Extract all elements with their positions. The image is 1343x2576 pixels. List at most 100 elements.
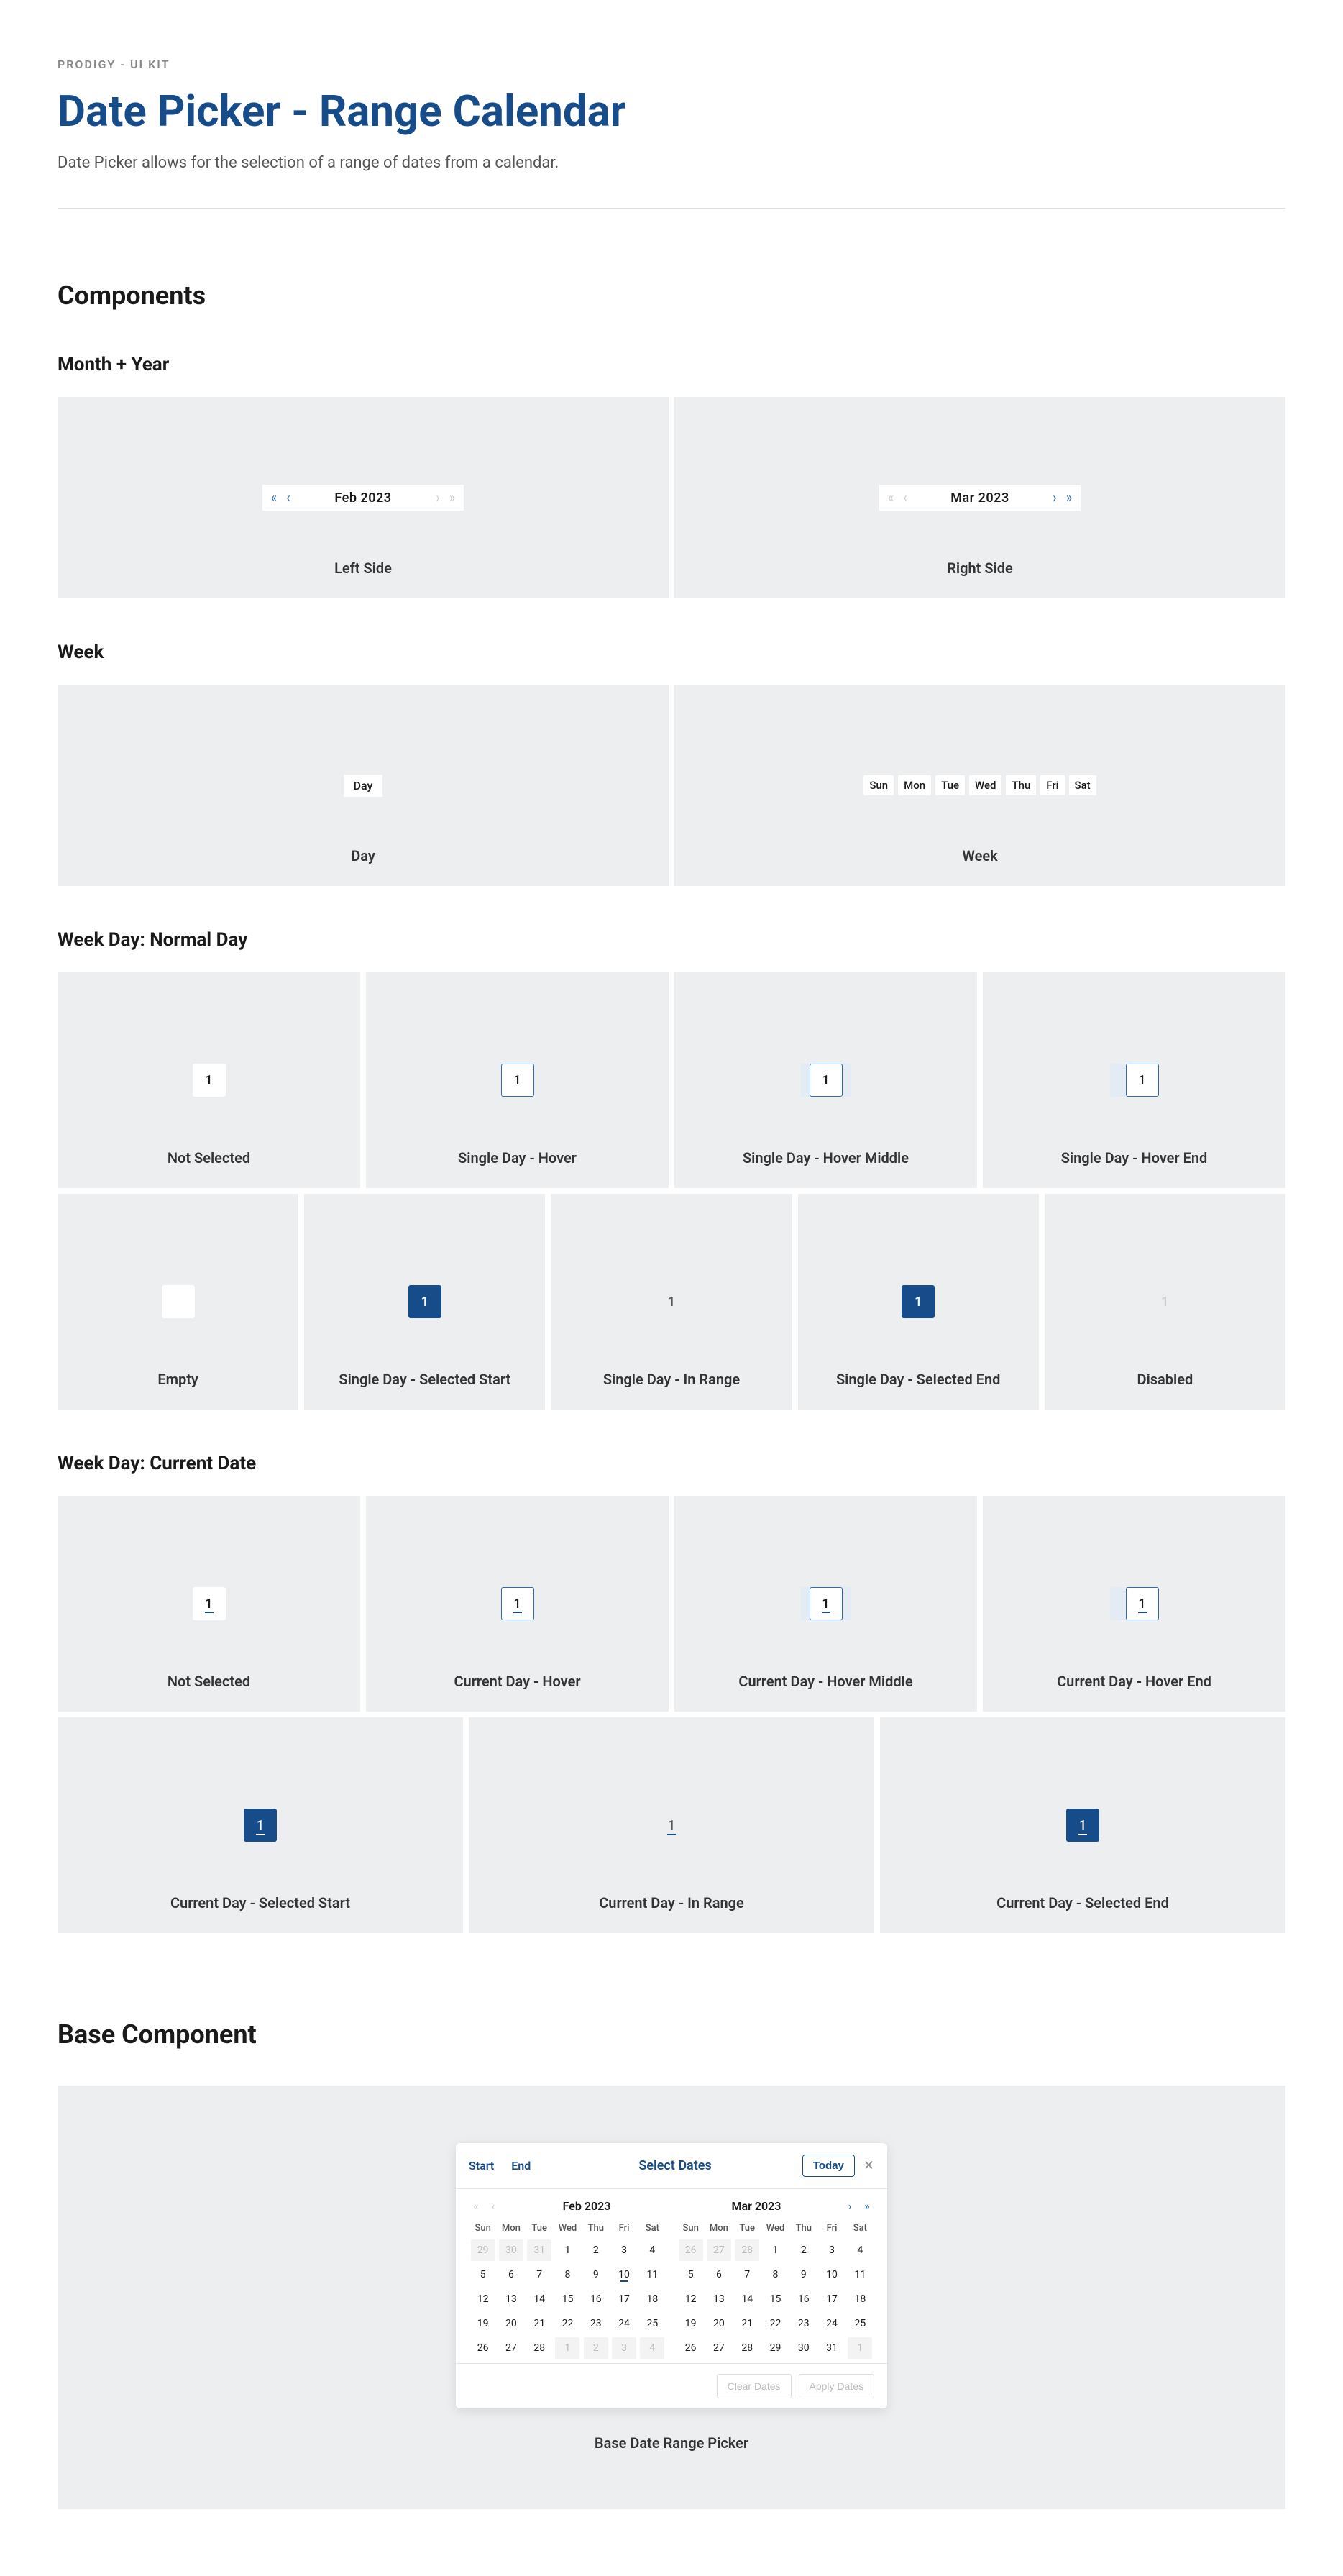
calendar-day[interactable]: 27 — [499, 2337, 523, 2359]
calendar-day[interactable]: 5 — [471, 2264, 495, 2285]
calendar-day[interactable]: 25 — [640, 2313, 664, 2334]
calendar-day[interactable]: 1 — [763, 2239, 787, 2261]
calendar-day[interactable]: 24 — [612, 2313, 636, 2334]
calendar-day[interactable]: 2 — [584, 2239, 608, 2261]
prev-year-icon[interactable]: « — [267, 490, 281, 506]
weekday-label: Thu — [1006, 775, 1036, 795]
calendar-day[interactable]: 15 — [555, 2288, 579, 2310]
current-day-in-range[interactable]: 1 — [655, 1809, 688, 1842]
current-day-not-selected[interactable]: 1 — [193, 1587, 226, 1620]
close-icon[interactable]: ✕ — [863, 2158, 874, 2173]
calendar-day[interactable]: 4 — [640, 2239, 664, 2261]
prev-month-icon[interactable]: ‹ — [486, 2199, 500, 2213]
calendar-day[interactable]: 27 — [707, 2337, 731, 2359]
calendar-day[interactable]: 12 — [679, 2288, 703, 2310]
calendar-day[interactable]: 30 — [792, 2337, 816, 2359]
next-year-icon[interactable]: » — [860, 2199, 874, 2213]
calendar-day[interactable]: 10 — [820, 2264, 844, 2285]
calendar-day[interactable]: 14 — [527, 2288, 551, 2310]
calendar-day[interactable]: 10 — [612, 2264, 636, 2285]
calendar-day[interactable]: 3 — [820, 2239, 844, 2261]
calendar-day[interactable]: 24 — [820, 2313, 844, 2334]
calendar-day[interactable]: 12 — [471, 2288, 495, 2310]
next-month-icon[interactable]: › — [843, 2199, 857, 2213]
calendar-day[interactable]: 14 — [735, 2288, 759, 2310]
day-cell-hover-end[interactable]: 1 — [1126, 1064, 1159, 1097]
current-day-selected-end[interactable]: 1 — [1066, 1809, 1099, 1842]
panel-day: Empty — [58, 1194, 298, 1410]
calendar-day[interactable]: 4 — [848, 2239, 872, 2261]
weekday-header: Thu — [582, 2219, 610, 2238]
calendar-day[interactable]: 25 — [848, 2313, 872, 2334]
calendar-grids: SunMonTueWedThuFriSat2930311234567891011… — [469, 2219, 874, 2360]
calendar-day[interactable]: 7 — [735, 2264, 759, 2285]
day-cell-in-range[interactable]: 1 — [655, 1285, 688, 1318]
calendar-day[interactable]: 26 — [679, 2337, 703, 2359]
months-navigation: « ‹ Feb 2023 Mar 2023 › » — [469, 2199, 874, 2213]
calendar-grid-left: SunMonTueWedThuFriSat2930311234567891011… — [469, 2219, 666, 2360]
calendar-day[interactable]: 17 — [612, 2288, 636, 2310]
calendar-day[interactable]: 31 — [820, 2337, 844, 2359]
tab-start[interactable]: Start — [469, 2159, 494, 2173]
day-cell-selected-end[interactable]: 1 — [902, 1285, 935, 1318]
calendar-day[interactable]: 5 — [679, 2264, 703, 2285]
day-cell-disabled: 1 — [1148, 1285, 1181, 1318]
calendar-day[interactable]: 18 — [640, 2288, 664, 2310]
calendar-day[interactable]: 7 — [527, 2264, 551, 2285]
calendar-day[interactable]: 26 — [471, 2337, 495, 2359]
weekday-header: Wed — [761, 2219, 789, 2238]
calendar-day[interactable]: 23 — [584, 2313, 608, 2334]
apply-dates-button[interactable]: Apply Dates — [799, 2374, 874, 2398]
calendar-day[interactable]: 2 — [792, 2239, 816, 2261]
clear-dates-button[interactable]: Clear Dates — [717, 2374, 792, 2398]
calendar-day[interactable]: 13 — [499, 2288, 523, 2310]
calendar-day[interactable]: 20 — [499, 2313, 523, 2334]
day-cell-not-selected[interactable]: 1 — [193, 1064, 226, 1097]
day-cell-hover[interactable]: 1 — [501, 1064, 534, 1097]
calendar-day[interactable]: 13 — [707, 2288, 731, 2310]
tab-end[interactable]: End — [511, 2159, 531, 2173]
next-year-icon[interactable]: » — [1062, 490, 1076, 506]
calendar-day[interactable]: 8 — [763, 2264, 787, 2285]
calendar-day[interactable]: 28 — [527, 2337, 551, 2359]
current-day-hover-middle[interactable]: 1 — [810, 1587, 843, 1620]
prev-month-icon[interactable]: ‹ — [281, 490, 295, 506]
day-cell-selected-start[interactable]: 1 — [408, 1285, 441, 1318]
calendar-day[interactable]: 3 — [612, 2239, 636, 2261]
calendar-day[interactable]: 20 — [707, 2313, 731, 2334]
calendar-day[interactable]: 17 — [820, 2288, 844, 2310]
weekday-header: Wed — [554, 2219, 582, 2238]
next-month-icon[interactable]: › — [1048, 490, 1062, 506]
calendar-day[interactable]: 8 — [555, 2264, 579, 2285]
calendar-day[interactable]: 21 — [735, 2313, 759, 2334]
current-day-selected-start[interactable]: 1 — [244, 1809, 277, 1842]
calendar-day[interactable]: 22 — [763, 2313, 787, 2334]
current-day-hover-end[interactable]: 1 — [1126, 1587, 1159, 1620]
calendar-day[interactable]: 18 — [848, 2288, 872, 2310]
calendar-day[interactable]: 21 — [527, 2313, 551, 2334]
card-header: Start End Select Dates Today ✕ — [456, 2143, 887, 2189]
current-day-hover[interactable]: 1 — [501, 1587, 534, 1620]
today-button[interactable]: Today — [802, 2155, 855, 2177]
calendar-day[interactable]: 16 — [792, 2288, 816, 2310]
day-cell-hover-middle[interactable]: 1 — [810, 1064, 843, 1097]
calendar-day[interactable]: 9 — [792, 2264, 816, 2285]
calendar-day[interactable]: 16 — [584, 2288, 608, 2310]
calendar-day[interactable]: 11 — [640, 2264, 664, 2285]
calendar-day[interactable]: 29 — [763, 2337, 787, 2359]
panel-day: 1 Not Selected — [58, 1496, 360, 1712]
calendar-day[interactable]: 6 — [707, 2264, 731, 2285]
calendar-day[interactable]: 1 — [555, 2239, 579, 2261]
calendar-day[interactable]: 23 — [792, 2313, 816, 2334]
panel-day: 1 Single Day - Hover Middle — [674, 972, 977, 1188]
calendar-day[interactable]: 19 — [679, 2313, 703, 2334]
calendar-day[interactable]: 22 — [555, 2313, 579, 2334]
calendar-day[interactable]: 6 — [499, 2264, 523, 2285]
calendar-day[interactable]: 19 — [471, 2313, 495, 2334]
panel-day: 1 Single Day - Hover End — [983, 972, 1285, 1188]
calendar-day[interactable]: 15 — [763, 2288, 787, 2310]
calendar-day[interactable]: 9 — [584, 2264, 608, 2285]
calendar-day[interactable]: 11 — [848, 2264, 872, 2285]
calendar-day[interactable]: 28 — [735, 2337, 759, 2359]
prev-year-icon[interactable]: « — [469, 2199, 483, 2213]
